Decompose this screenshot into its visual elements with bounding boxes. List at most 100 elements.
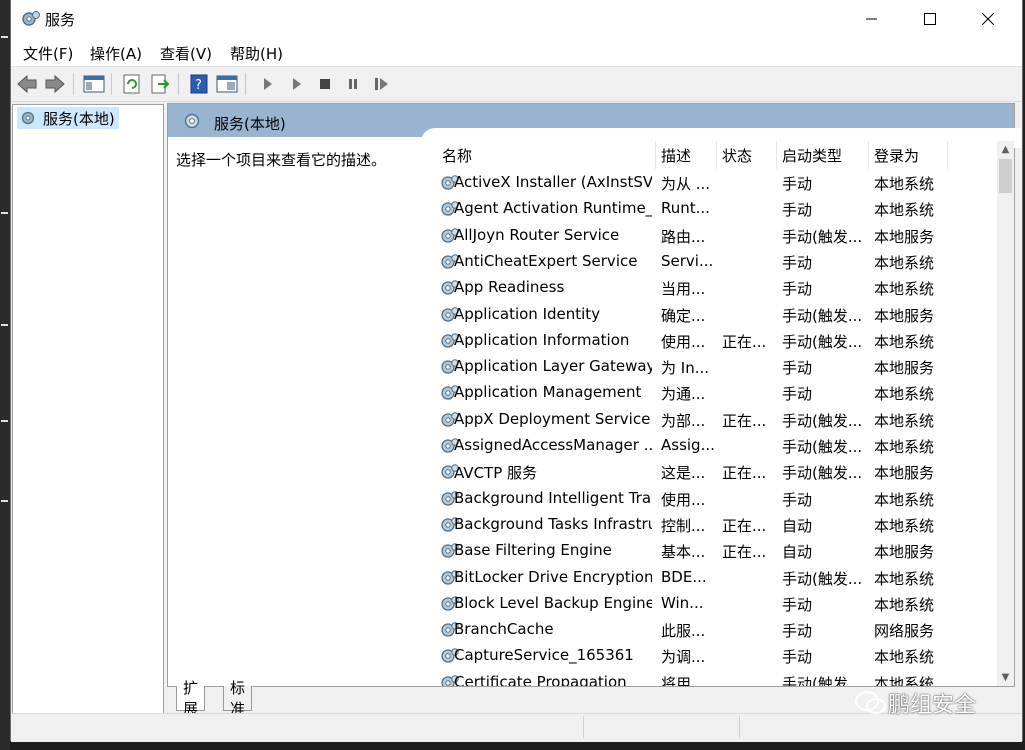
export-list-icon [151,74,170,94]
refresh-button[interactable] [120,72,144,96]
vertical-scrollbar[interactable]: ▲ ▼ [997,141,1014,686]
service-logon-as: 本地系统 [874,674,935,686]
start-service-button[interactable] [256,72,280,96]
service-description: 此服... [661,622,706,641]
service-name: BitLocker Drive Encryption ... [454,567,652,586]
menu-action[interactable]: 操作(A) [90,43,142,64]
show-hide-console-tree-button[interactable] [82,72,106,96]
menu-help[interactable]: 帮助(H) [230,43,283,64]
description-text: 选择一个项目来查看它的描述。 [176,151,387,169]
service-name: Application Information [454,330,630,349]
maximize-icon [924,13,936,25]
tree-item-label: 服务(本地) [43,109,115,128]
service-name: Block Level Backup Engine ... [454,593,652,612]
service-row[interactable]: AllJoyn Router Service 路由... 手动(触发... 本地服务 [430,223,997,249]
edge-mark [1,324,8,326]
stop-service-button[interactable] [313,72,337,96]
service-startup-type: 手动 [782,359,813,378]
service-description: Assig... [661,436,715,454]
service-name: Base Filtering Engine [454,541,612,560]
service-name: AppX Deployment Service ... [454,409,652,428]
close-button[interactable] [959,0,1017,38]
column-header-status[interactable]: 状态 [717,141,777,169]
properties-button[interactable] [215,72,239,96]
service-logon-as: 本地系统 [874,332,935,351]
help-icon: ? [190,74,208,94]
start-service-alt-button[interactable] [285,72,309,96]
watermark: 鹏组安全 [854,687,976,719]
restart-service-button[interactable] [370,72,394,96]
service-row[interactable]: Base Filtering Engine 基本... 正在... 自动 本地服务 [430,538,997,564]
column-header-startup-type[interactable]: 启动类型 [777,141,869,169]
service-row[interactable]: Application Layer Gateway ... 为 In... 手动 本地… [430,354,997,380]
service-description: 当用... [661,280,706,299]
service-startup-type: 手动 [782,280,813,299]
service-logon-as: 本地服务 [874,464,935,483]
service-name: Application Management [454,383,642,402]
service-startup-type: 手动(触发... [782,227,863,246]
service-row[interactable]: AppX Deployment Service ... 为部... 正在... 手动(… [430,407,997,433]
service-logon-as: 本地系统 [874,411,935,430]
export-list-button[interactable] [148,72,172,96]
service-logon-as: 本地系统 [874,438,935,456]
services-list: 名称 ˆ 描述 状态 启动类型 登录为 ActiveX Installer (A… [430,141,997,686]
service-row[interactable]: Application Management 为通... 手动 本地系统 [430,380,997,406]
service-row[interactable]: ActiveX Installer (AxInstSV) 为从 ... 手动 本地系统 [430,170,997,196]
help-button[interactable]: ? [187,72,211,96]
service-row[interactable]: Application Identity 确定... 手动(触发... 本地服务 [430,302,997,328]
service-startup-type: 手动(触发... [782,306,863,325]
service-description: 为调... [661,648,706,667]
scroll-thumb[interactable] [999,159,1012,193]
scroll-up-arrow-icon[interactable]: ▲ [997,141,1014,158]
service-row[interactable]: BranchCache 此服... 手动 网络服务 [430,617,997,643]
services-app-icon [22,11,40,26]
service-row[interactable]: AssignedAccessManager ... Assig... 手动(触发..… [430,433,997,459]
service-description: 为从 ... [661,175,711,193]
service-name: Application Identity [454,304,601,323]
service-row[interactable]: App Readiness 当用... 手动 本地系统 [430,275,997,301]
column-header-name[interactable]: 名称 ˆ [430,141,656,169]
service-row[interactable]: Block Level Backup Engine ... Win... 手动 本地系… [430,591,997,617]
service-row[interactable]: Agent Activation Runtime_... Runt... 手动 本地系… [430,196,997,222]
service-row[interactable]: Background Tasks Infrastru... 控制... 正在... 自… [430,512,997,538]
service-status: 正在... [722,464,767,483]
service-startup-type: 手动 [782,595,813,614]
maximize-button[interactable] [901,0,959,38]
toolbar-separator [245,73,246,95]
service-row[interactable]: AVCTP 服务 这是... 正在... 手动(触发... 本地服务 [430,459,997,485]
service-name: Background Intelligent Tra... [454,488,652,507]
menu-view[interactable]: 查看(V) [160,43,212,64]
minimize-button[interactable] [843,0,901,38]
pause-service-button[interactable] [341,72,365,96]
service-startup-type: 手动 [782,201,813,220]
back-button[interactable] [15,72,39,96]
column-desc-label: 描述 [661,146,692,165]
service-startup-type: 手动(触发... [782,674,863,686]
service-row[interactable]: CaptureService_165361 为调... 手动 本地系统 [430,643,997,669]
tab-extended[interactable]: 扩展 [176,679,206,718]
service-description: 确定... [661,306,706,325]
service-name: AssignedAccessManager ... [454,436,652,454]
back-icon [17,74,37,94]
tab-standard[interactable]: 标准 [223,679,253,718]
service-row[interactable]: Application Information 使用... 正在... 手动(触发..… [430,328,997,354]
service-description: 路由... [661,227,706,246]
service-startup-type: 手动 [782,175,813,193]
service-row[interactable]: Certificate Propagation 将用... 手动(触发... 本地系统 [430,670,997,686]
service-name: BranchCache [454,620,554,639]
service-row[interactable]: AntiCheatExpert Service Servi... 手动 本地系统 [430,249,997,275]
service-row[interactable]: Background Intelligent Tra... 使用... 手动 本地系统 [430,486,997,512]
tree-item-services-local[interactable]: 服务(本地) [17,107,119,129]
services-window: 服务 文件(F) 操作(A) 查看(V) 帮助(H) ? 服务(本地) 服务(本… [10,0,1023,742]
service-description: 控制... [661,516,706,535]
restart-service-icon [375,78,388,90]
forward-button[interactable] [43,72,67,96]
column-header-description[interactable]: 描述 [656,141,717,169]
status-bar-segment [739,716,740,738]
service-row[interactable]: BitLocker Drive Encryption ... BDE... 手动(触… [430,565,997,591]
service-description: 这是... [661,464,706,483]
menu-bar: 文件(F) 操作(A) 查看(V) 帮助(H) [11,38,1022,66]
column-header-logon-as[interactable]: 登录为 [869,141,948,169]
scroll-down-arrow-icon[interactable]: ▼ [997,669,1014,686]
menu-file[interactable]: 文件(F) [23,43,73,64]
